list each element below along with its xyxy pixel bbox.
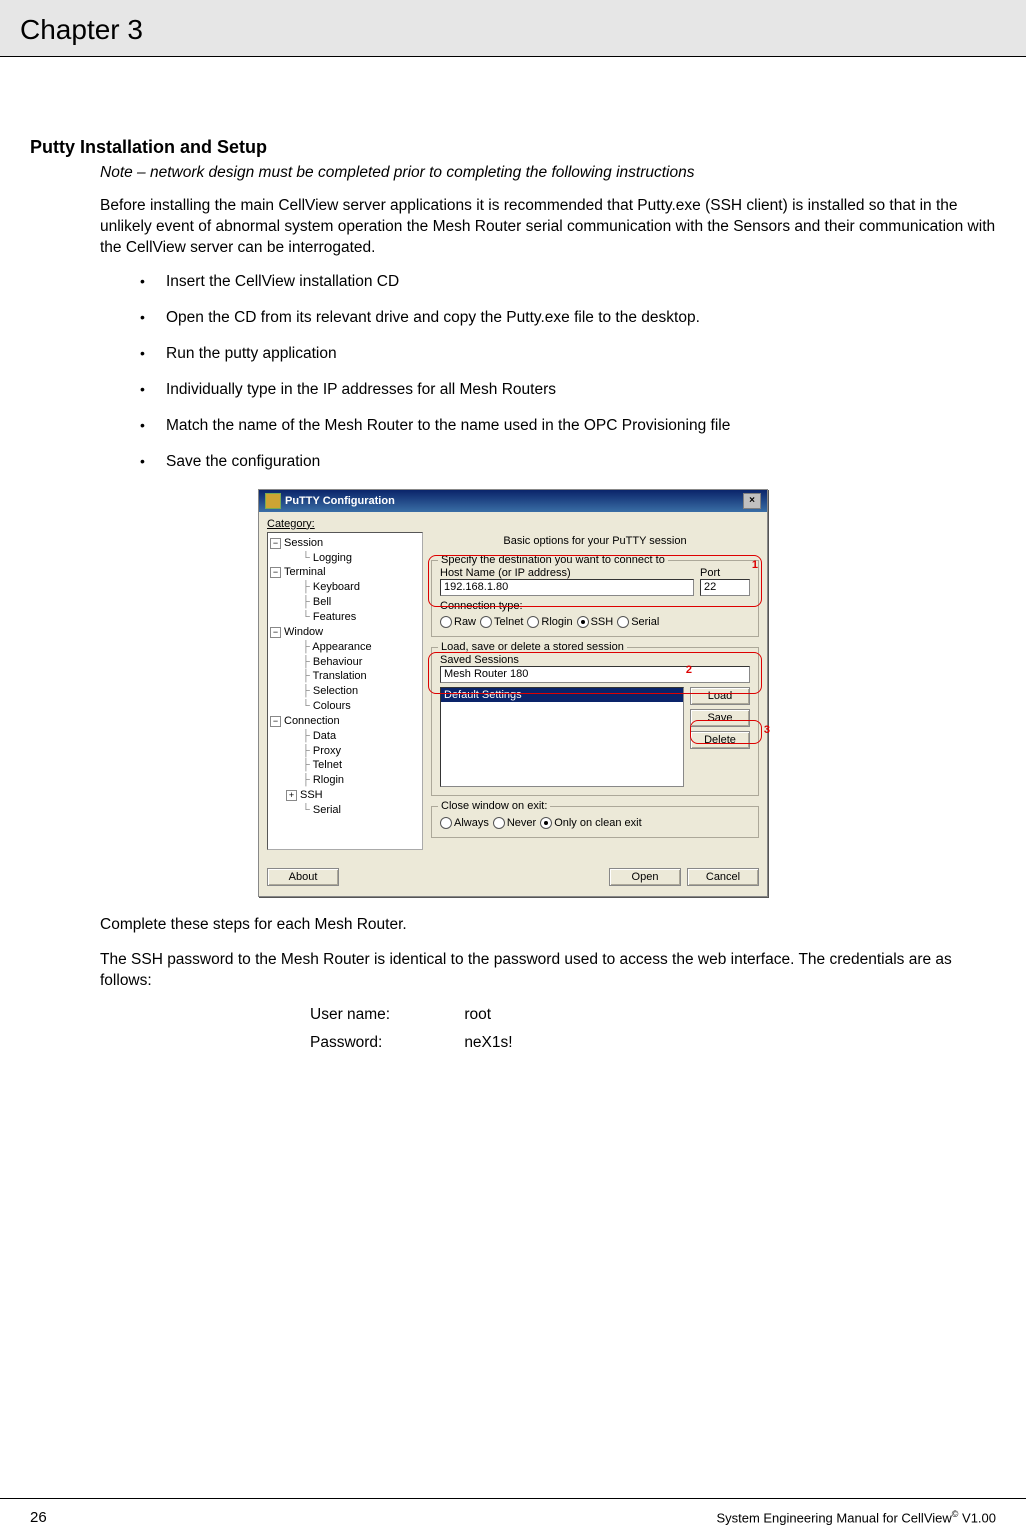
panel-title: Basic options for your PuTTY session: [431, 532, 759, 550]
list-item: Match the name of the Mesh Router to the…: [140, 417, 996, 435]
page-footer: 26 System Engineering Manual for CellVie…: [0, 1498, 1026, 1526]
close-icon[interactable]: ×: [743, 493, 761, 509]
connection-type-label: Connection type:: [440, 600, 750, 612]
section-title: Putty Installation and Setup: [30, 137, 996, 158]
port-input[interactable]: [700, 579, 750, 596]
radio-serial[interactable]: Serial: [617, 616, 659, 628]
after-paragraph-1: Complete these steps for each Mesh Route…: [100, 915, 996, 936]
about-button[interactable]: About: [267, 868, 339, 886]
putty-icon: [265, 493, 281, 509]
list-item: Open the CD from its relevant drive and …: [140, 309, 996, 327]
delete-button[interactable]: Delete: [690, 731, 750, 749]
close-exit-group: Close window on exit: Always Never Only …: [431, 806, 759, 838]
credentials-block: User name: root Password: neX1s!: [310, 1006, 996, 1052]
list-item: Run the putty application: [140, 345, 996, 363]
radio-ssh[interactable]: SSH: [577, 616, 614, 628]
destination-group: Specify the destination you want to conn…: [431, 560, 759, 637]
radio-clean[interactable]: Only on clean exit: [540, 817, 641, 829]
category-tree[interactable]: −Session └ Logging −Terminal ├ Keyboard …: [267, 532, 423, 850]
open-button[interactable]: Open: [609, 868, 681, 886]
footer-title: System Engineering Manual for CellView© …: [716, 1509, 996, 1525]
session-list-item[interactable]: Default Settings: [441, 688, 683, 702]
session-list[interactable]: Default Settings: [440, 687, 684, 787]
category-label: Category:: [267, 518, 759, 530]
instruction-list: Insert the CellView installation CD Open…: [140, 273, 996, 471]
saved-session-input[interactable]: [440, 666, 750, 683]
putty-dialog: PuTTY Configuration × Category: −Session…: [258, 489, 768, 897]
radio-raw[interactable]: Raw: [440, 616, 476, 628]
dialog-titlebar: PuTTY Configuration ×: [259, 490, 767, 512]
load-button[interactable]: Load: [690, 687, 750, 705]
radio-rlogin[interactable]: Rlogin: [527, 616, 572, 628]
after-paragraph-2: The SSH password to the Mesh Router is i…: [100, 950, 996, 992]
host-label: Host Name (or IP address): [440, 567, 694, 579]
cancel-button[interactable]: Cancel: [687, 868, 759, 886]
callout-1: 1: [752, 559, 758, 571]
radio-never[interactable]: Never: [493, 817, 536, 829]
list-item: Individually type in the IP addresses fo…: [140, 381, 996, 399]
password-label: Password:: [310, 1034, 460, 1052]
radio-telnet[interactable]: Telnet: [480, 616, 523, 628]
chapter-header: Chapter 3: [0, 0, 1026, 57]
password-value: neX1s!: [464, 1034, 512, 1051]
port-label: Port: [700, 567, 750, 579]
host-input[interactable]: [440, 579, 694, 596]
callout-2: 2: [686, 664, 692, 676]
radio-always[interactable]: Always: [440, 817, 489, 829]
note-text: Note – network design must be completed …: [100, 164, 996, 182]
dialog-title: PuTTY Configuration: [285, 495, 395, 507]
intro-paragraph: Before installing the main CellView serv…: [100, 196, 996, 259]
list-item: Insert the CellView installation CD: [140, 273, 996, 291]
saved-label: Saved Sessions: [440, 654, 750, 666]
save-button[interactable]: Save: [690, 709, 750, 727]
username-value: root: [464, 1006, 491, 1023]
username-label: User name:: [310, 1006, 460, 1024]
callout-3: 3: [764, 724, 770, 736]
sessions-group: Load, save or delete a stored session Sa…: [431, 647, 759, 796]
list-item: Save the configuration: [140, 453, 996, 471]
page-number: 26: [30, 1509, 47, 1526]
